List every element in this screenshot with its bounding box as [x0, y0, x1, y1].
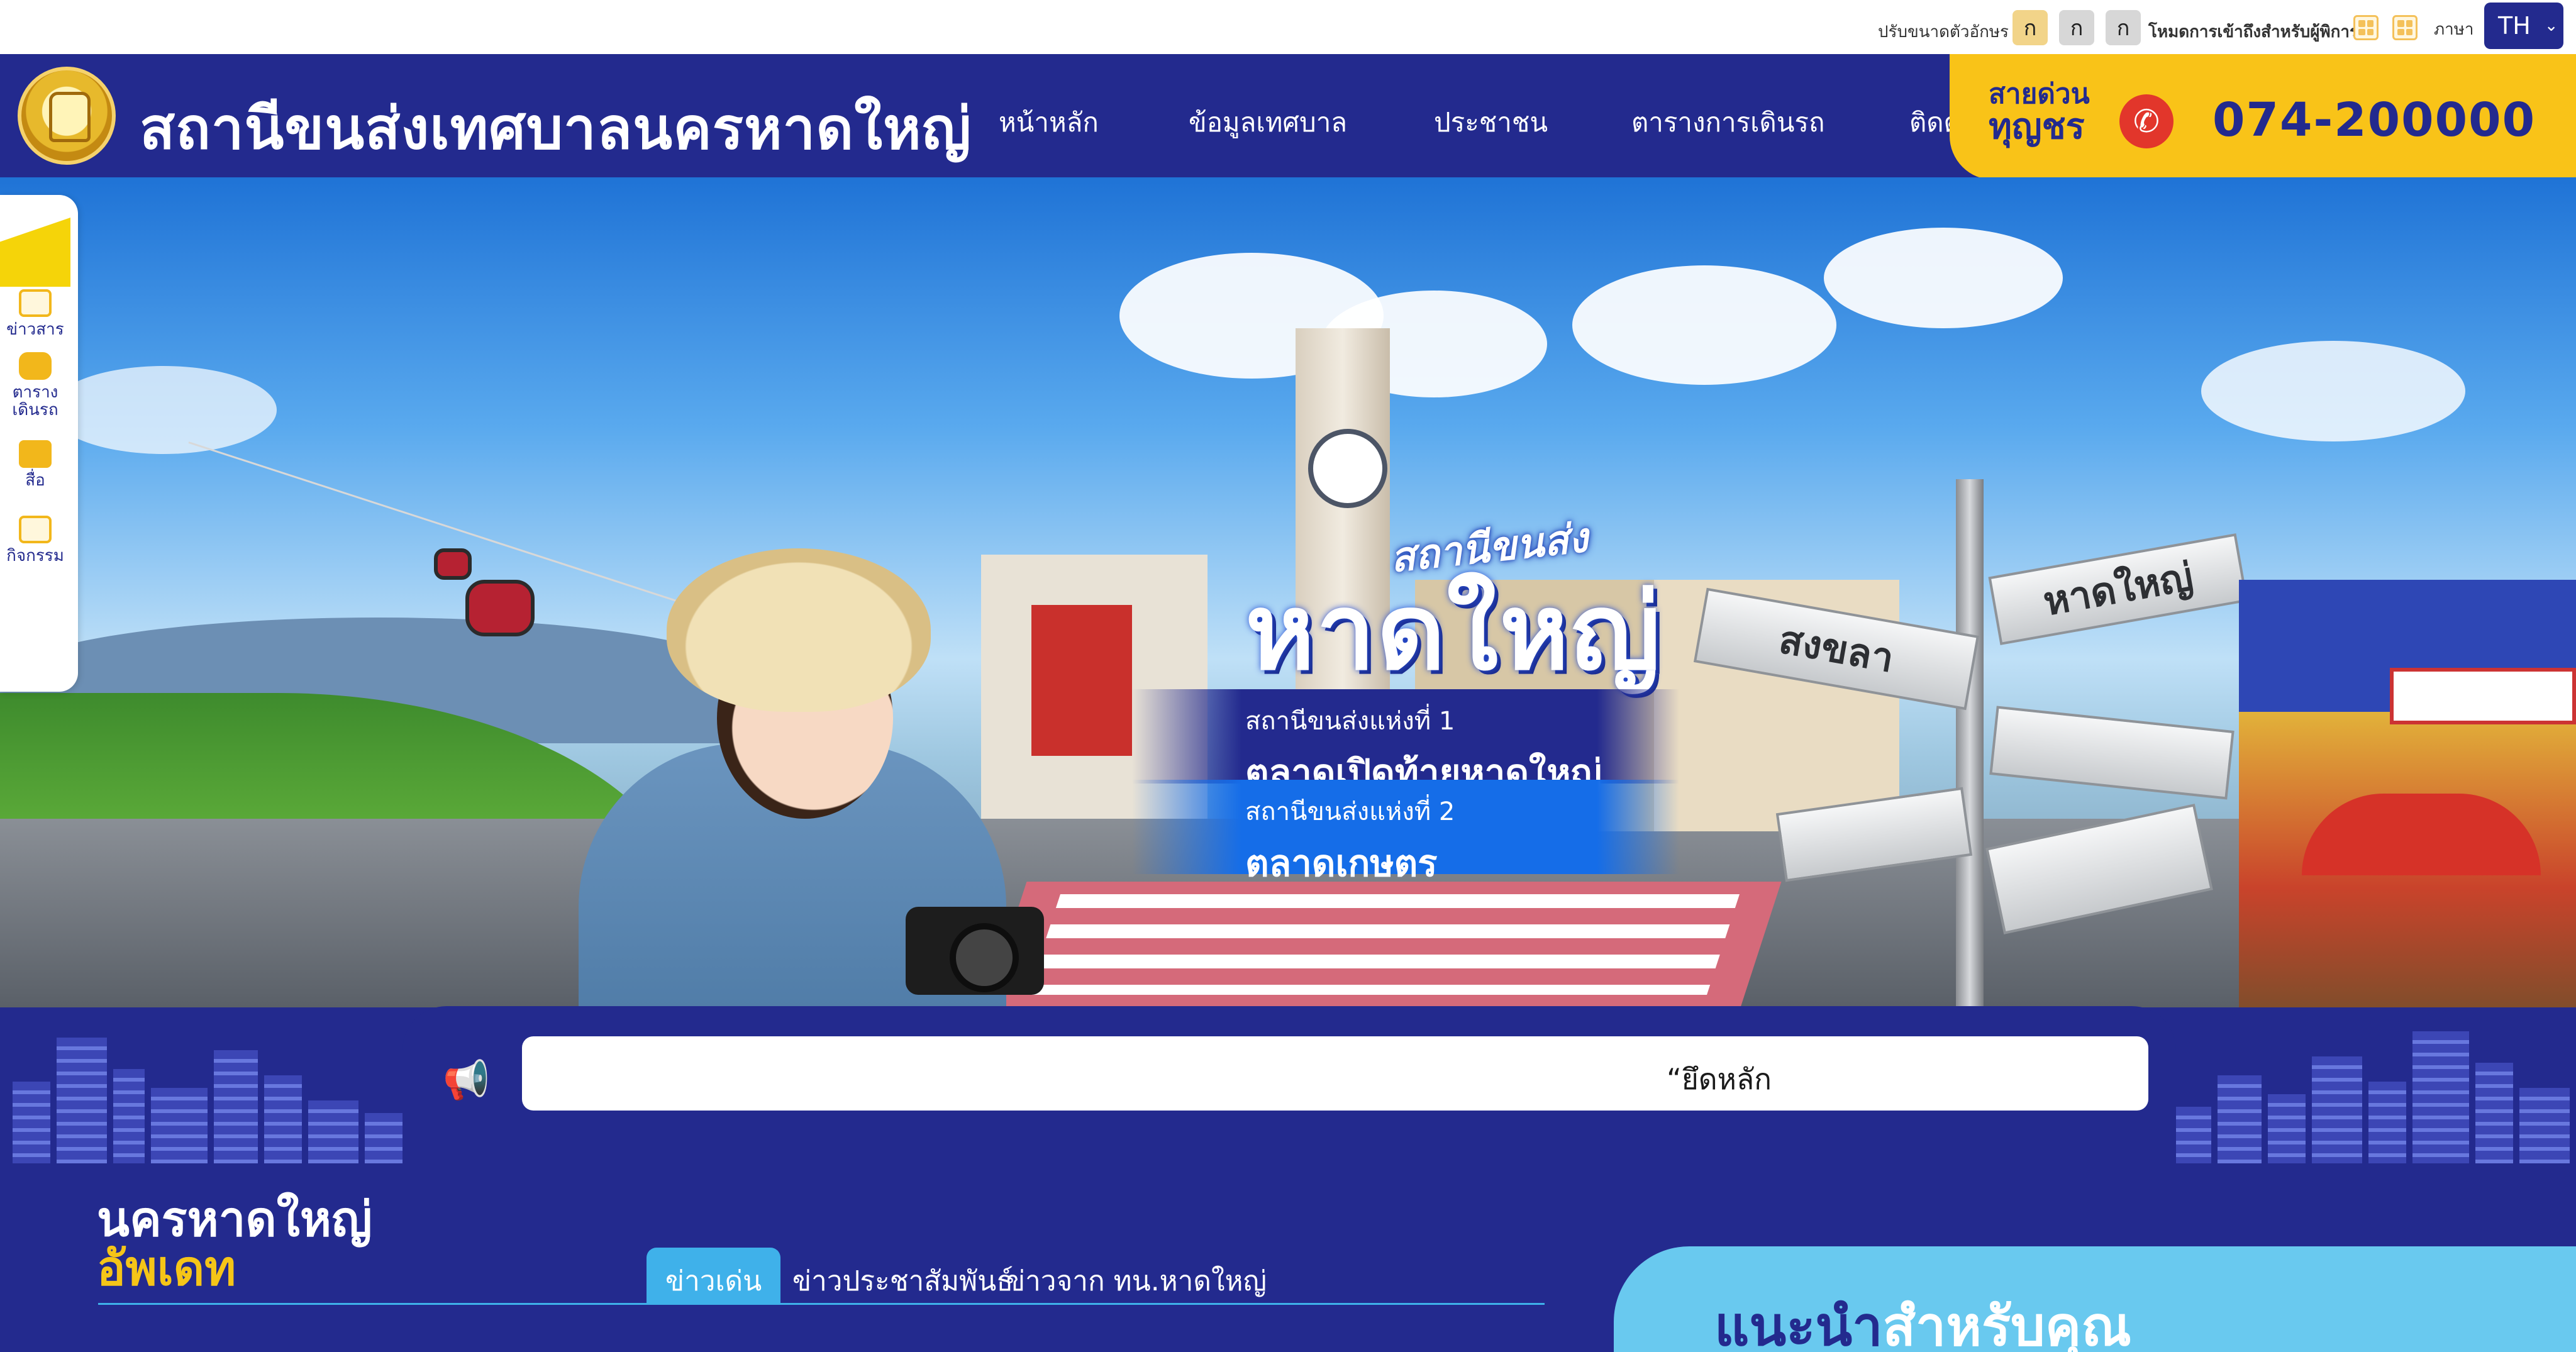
skyline-right-decoration	[2161, 1012, 2576, 1163]
chevron-down-icon: ⌄	[2544, 16, 2558, 35]
side-item-media-label: สื่อ	[25, 471, 45, 490]
side-item-bus-schedule-label: ตาราง เดินรถ	[12, 383, 58, 419]
side-quick-menu: ข่าวสาร ตาราง เดินรถ สื่อ กิจกรรม	[0, 195, 78, 692]
side-item-bus-schedule[interactable]: ตาราง เดินรถ	[0, 352, 70, 419]
newspaper-icon	[19, 289, 52, 317]
news-heading-line1: นครหาดใหญ่	[97, 1191, 372, 1247]
nav-bus-schedule[interactable]: ตารางการเดินรถ	[1631, 102, 1824, 143]
hotline-panel[interactable]: สายด่วน ทุญชร ✆ 074-200000	[1950, 54, 2576, 180]
tab-featured-news[interactable]: ข่าวเด่น	[647, 1248, 781, 1303]
hotline-title-line2: ทุญชร	[1989, 106, 2085, 147]
nav-municipality-info[interactable]: ข้อมูลเทศบาล	[1189, 102, 1347, 143]
phone-icon: ✆	[2119, 94, 2174, 148]
station-1-banner[interactable]: สถานีขนส่งแห่งที่ 1 ตลาดเปิดท้ายหาดใหญ่	[1132, 689, 1679, 794]
accessibility-mode-1-button[interactable]	[2353, 15, 2379, 40]
recommend-title-part2: สำหรับคุณ	[1882, 1295, 2132, 1352]
station-2-banner[interactable]: สถานีขนส่งแห่งที่ 2 ตลาดเกษตร	[1132, 780, 1679, 885]
font-size-small-button[interactable]: ก	[2012, 10, 2048, 45]
megaphone-icon: 📢	[443, 1058, 490, 1102]
sign-hatyai: หาดใหญ่	[1988, 533, 2248, 645]
hotline-title: สายด่วน ทุญชร	[1989, 78, 2114, 147]
announcement-text: “ยึดหลัก	[1667, 1062, 1772, 1096]
skyline-left-decoration	[0, 1012, 415, 1163]
hotline-number[interactable]: 074-200000	[2212, 93, 2536, 147]
accessibility-mode-label: โหมดการเข้าถึงสำหรับผู้พิการ	[2148, 23, 2358, 42]
announcement-ticker[interactable]: “ยึดหลัก	[522, 1036, 2148, 1111]
side-item-news[interactable]: ข่าวสาร	[0, 289, 70, 338]
language-label: ภาษา	[2434, 20, 2474, 39]
font-size-medium-button[interactable]: ก	[2059, 10, 2094, 45]
nav-home[interactable]: หน้าหลัก	[999, 102, 1099, 143]
bus-icon	[19, 352, 52, 380]
news-heading-line2: อัพเดท	[97, 1240, 236, 1296]
hotline-title-line1: สายด่วน	[1989, 78, 2090, 110]
station-1-label: สถานีขนส่งแห่งที่ 1	[1245, 707, 1455, 736]
language-select[interactable]: TH ⌄	[2484, 3, 2563, 49]
side-item-activities-label: กิจกรรม	[6, 546, 64, 565]
tab-municipality-news[interactable]: ข่าวจาก ทน.หาดใหญ่	[987, 1248, 1285, 1303]
side-item-activities[interactable]: กิจกรรม	[0, 516, 70, 565]
language-value: TH	[2498, 12, 2531, 40]
book-icon	[19, 440, 52, 468]
recommend-title-part1: แนะนำ	[1714, 1295, 1883, 1352]
recommend-title: แนะนำสำหรับคุณ	[1714, 1283, 2131, 1352]
side-menu-accent	[0, 218, 70, 287]
accessibility-mode-2-button[interactable]	[2392, 15, 2418, 40]
news-section-heading: นครหาดใหญ่ อัพเดท	[97, 1195, 372, 1293]
image-icon	[19, 516, 52, 543]
font-size-label: ปรับขนาดตัวอักษร	[1878, 23, 2009, 42]
side-item-news-label: ข่าวสาร	[6, 320, 64, 339]
station-2-name: ตลาดเกษตร	[1245, 842, 1438, 885]
side-item-media[interactable]: สื่อ	[0, 440, 70, 489]
accessibility-bar: ปรับขนาดตัวอักษร ก ก ก โหมดการเข้าถึงสำห…	[0, 0, 2576, 54]
font-size-large-button[interactable]: ก	[2106, 10, 2141, 45]
nav-citizens[interactable]: ประชาชน	[1434, 102, 1548, 143]
news-tabs-underline	[98, 1303, 1545, 1305]
station-2-label: สถานีขนส่งแห่งที่ 2	[1245, 797, 1455, 826]
